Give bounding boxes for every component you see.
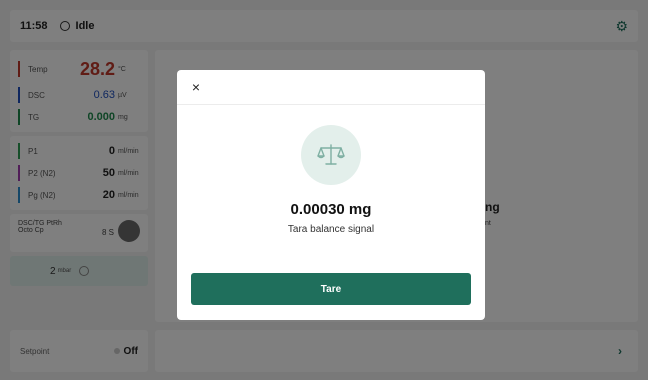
close-icon[interactable]: × <box>187 78 205 96</box>
tare-dialog: × 0.00030 mg Tara balance signal Tare <box>177 70 485 320</box>
dialog-divider <box>177 104 485 105</box>
balance-scale-icon <box>317 144 345 165</box>
balance-caption: Tara balance signal <box>287 224 375 235</box>
balance-icon-circle <box>301 125 361 185</box>
tare-button[interactable]: Tare <box>191 273 471 305</box>
balance-value: 0.00030 mg <box>290 201 372 218</box>
